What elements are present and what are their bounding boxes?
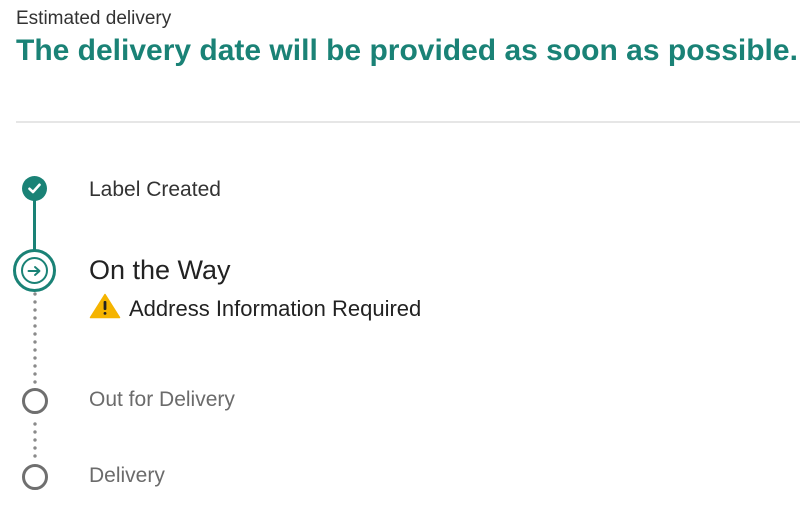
timeline-connector-pending xyxy=(33,420,37,462)
address-alert[interactable]: Address Information Required xyxy=(89,293,421,324)
tracking-panel: Estimated delivery The delivery date wil… xyxy=(0,0,800,517)
step-label-created: Label Created xyxy=(89,178,221,201)
current-step-indicator xyxy=(13,249,56,292)
empty-circle-icon xyxy=(22,388,48,414)
estimated-delivery-label: Estimated delivery xyxy=(16,8,172,29)
step-delivery: Delivery xyxy=(89,464,165,487)
empty-circle-icon xyxy=(22,464,48,490)
timeline-connector-pending xyxy=(33,290,37,384)
step-out-for-delivery: Out for Delivery xyxy=(89,388,235,411)
alert-text: Address Information Required xyxy=(129,295,422,321)
timeline-connector-complete xyxy=(33,194,36,252)
estimated-delivery-value: The delivery date will be provided as so… xyxy=(16,34,798,67)
divider xyxy=(16,121,800,123)
warning-icon xyxy=(89,293,121,324)
check-icon xyxy=(22,176,47,201)
step-on-the-way: On the Way xyxy=(89,255,231,285)
arrow-right-icon xyxy=(21,257,48,284)
